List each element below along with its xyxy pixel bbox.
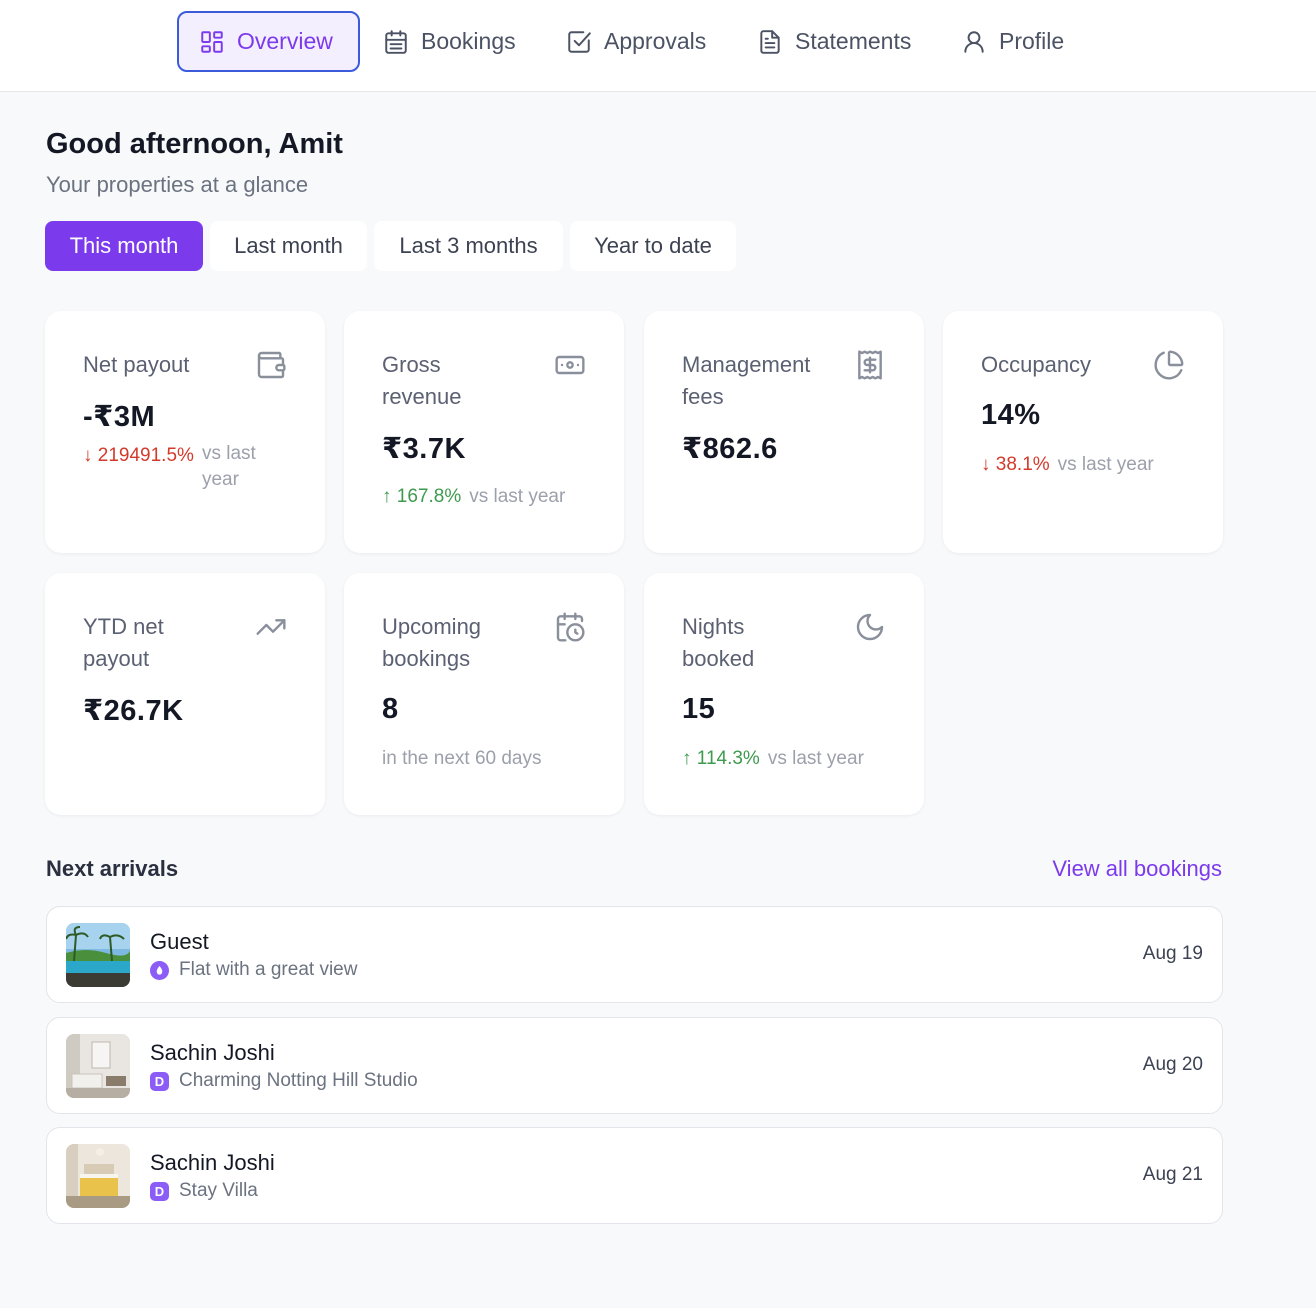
section-title: Next arrivals <box>46 856 179 881</box>
stat-card-upcoming-bookings: Upcoming bookings 8 in the next 60 days <box>344 573 624 815</box>
moon-icon <box>854 611 886 643</box>
view-all-bookings-link[interactable]: View all bookings <box>1052 856 1222 882</box>
grid-icon <box>201 30 223 53</box>
top-navigation: Overview Bookings Approvals Statements P… <box>0 0 1316 92</box>
stat-card-net-payout: Net payout -₹3M ↓ 219491.5% vs last year <box>45 311 325 553</box>
card-label: Nights booked <box>682 614 755 671</box>
property-name: Charming Notting Hill Studio <box>179 1070 418 1091</box>
trend-value: 38.1% <box>995 454 1050 475</box>
trend-suffix: vs last year <box>1057 454 1154 475</box>
arrow-down-icon: ↓ <box>981 454 991 475</box>
trend-up: ↑ 167.8% <box>382 486 461 508</box>
guest-name: Sachin Joshi <box>150 1150 275 1175</box>
property-line: D Charming Notting Hill Studio <box>150 1070 418 1092</box>
stat-card-ytd-net-payout: YTD net payout ₹26.7K <box>45 573 325 815</box>
trending-up-icon <box>255 611 287 643</box>
stat-card-occupancy: Occupancy 14% ↓ 38.1% vs last year <box>943 311 1223 553</box>
card-trend: ↓ 219491.5% vs last year <box>83 443 272 493</box>
tab-bookings[interactable]: Bookings <box>383 11 516 72</box>
period-last-3-months[interactable]: Last 3 months <box>374 221 563 271</box>
checkbox-icon <box>568 30 591 53</box>
card-label: Net payout <box>83 352 190 377</box>
property-name: Flat with a great view <box>179 959 358 980</box>
arrow-up-icon: ↑ <box>682 748 692 769</box>
wallet-icon <box>255 349 287 381</box>
property-source-icon <box>150 960 169 980</box>
page-subtitle: Your properties at a glance <box>46 172 309 197</box>
arrival-row[interactable]: Guest Flat with a great view Aug 19 <box>46 906 1223 1003</box>
arrival-date: Aug 21 <box>1142 1164 1203 1185</box>
receipt-icon <box>854 349 886 381</box>
tab-label: Profile <box>999 28 1065 54</box>
pie-chart-icon <box>1153 349 1185 381</box>
tab-overview[interactable]: Overview <box>177 11 360 72</box>
trend-value: 114.3% <box>696 748 760 769</box>
card-trend: ↓ 38.1% vs last year <box>981 454 1154 476</box>
tab-label: Overview <box>237 28 333 54</box>
property-thumbnail <box>66 1034 130 1098</box>
card-note: in the next 60 days <box>382 748 542 769</box>
stat-card-management-fees: Management fees ₹862.6 <box>644 311 924 553</box>
trend-suffix: vs last year <box>469 486 566 507</box>
tab-label: Bookings <box>421 28 516 54</box>
trend-up: ↑ 114.3% <box>682 748 760 770</box>
period-year-to-date[interactable]: Year to date <box>570 221 736 271</box>
arrival-row[interactable]: Sachin Joshi D Charming Notting Hill Stu… <box>46 1017 1223 1114</box>
property-thumbnail <box>66 1144 130 1208</box>
arrow-down-icon: ↓ <box>83 445 93 466</box>
card-trend: ↑ 114.3% vs last year <box>682 748 864 770</box>
trend-suffix: vs last year <box>767 748 864 769</box>
channel-badge: D <box>150 1071 169 1091</box>
user-icon <box>964 30 984 53</box>
card-label: Management fees <box>682 352 811 409</box>
arrival-date: Aug 19 <box>1142 943 1203 964</box>
card-value: ₹26.7K <box>83 695 184 727</box>
card-label: Occupancy <box>981 352 1092 377</box>
property-line: D Stay Villa <box>150 1180 258 1202</box>
guest-name: Sachin Joshi <box>150 1040 275 1065</box>
trend-suffix: vs last year <box>201 443 256 490</box>
card-value: ₹3.7K <box>382 433 466 465</box>
trend-down: ↓ 38.1% <box>981 454 1050 476</box>
property-line: Flat with a great view <box>150 959 357 981</box>
calendar-clock-icon <box>554 611 586 643</box>
arrival-row[interactable]: Sachin Joshi D Stay Villa Aug 21 <box>46 1127 1223 1224</box>
tab-label: Approvals <box>604 28 707 54</box>
stat-card-gross-revenue: Gross revenue ₹3.7K ↑ 167.8% vs last yea… <box>344 311 624 553</box>
trend-down: ↓ 219491.5% <box>83 445 194 467</box>
card-label: Gross revenue <box>382 352 462 409</box>
card-trend: ↑ 167.8% vs last year <box>382 486 565 508</box>
tab-statements[interactable]: Statements <box>757 11 911 72</box>
trend-value: 219491.5% <box>97 445 194 466</box>
tab-label: Statements <box>795 28 912 54</box>
property-name: Stay Villa <box>179 1180 258 1201</box>
page-title: Good afternoon, Amit <box>46 128 343 160</box>
card-value: 8 <box>382 693 399 725</box>
document-icon <box>760 29 780 54</box>
card-value: 14% <box>981 399 1041 431</box>
card-value: ₹862.6 <box>682 433 778 465</box>
period-this-month[interactable]: This month <box>45 221 203 271</box>
arrival-date: Aug 20 <box>1142 1054 1203 1075</box>
property-thumbnail <box>66 923 130 987</box>
banknote-icon <box>554 349 586 381</box>
calendar-icon <box>385 29 407 54</box>
card-value: -₹3M <box>83 401 156 433</box>
trend-value: 167.8% <box>396 486 462 507</box>
tab-approvals[interactable]: Approvals <box>566 11 706 72</box>
card-value: 15 <box>682 693 716 725</box>
card-label: YTD net payout <box>83 614 164 671</box>
period-last-month[interactable]: Last month <box>210 221 367 271</box>
channel-badge: D <box>150 1181 169 1201</box>
guest-name: Guest <box>150 929 209 954</box>
stat-card-nights-booked: Nights booked 15 ↑ 114.3% vs last year <box>644 573 924 815</box>
tab-profile[interactable]: Profile <box>961 11 1064 72</box>
arrow-up-icon: ↑ <box>382 486 392 507</box>
card-label: Upcoming bookings <box>382 614 482 671</box>
